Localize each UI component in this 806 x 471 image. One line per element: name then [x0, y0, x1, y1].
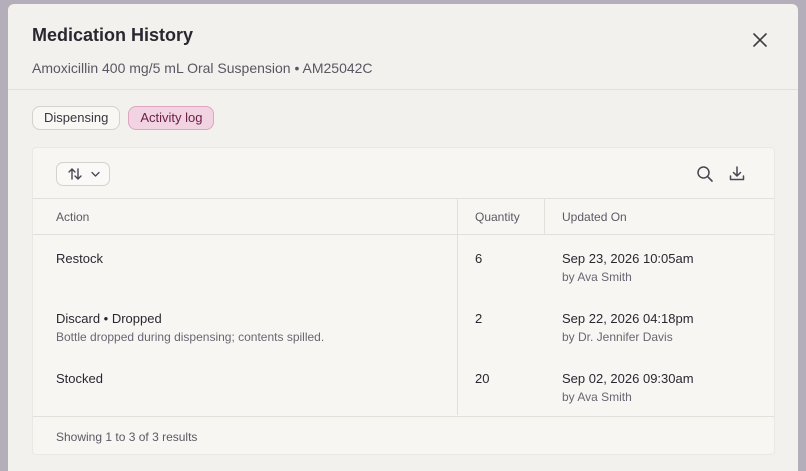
updated-by-cell: by Ava Smith — [562, 390, 632, 404]
tab-bar: Dispensing Activity log — [32, 106, 215, 130]
column-header-quantity[interactable]: Quantity — [475, 210, 520, 224]
search-icon[interactable] — [696, 165, 714, 183]
quantity-cell: 6 — [475, 251, 483, 266]
date-cell: Sep 22, 2026 04:18pm — [562, 311, 694, 326]
tab-activity-log[interactable]: Activity log — [128, 106, 215, 130]
close-icon[interactable] — [748, 28, 772, 52]
action-cell: Stocked — [56, 371, 103, 386]
results-summary: Showing 1 to 3 of 3 results — [56, 430, 198, 444]
action-note: Bottle dropped during dispensing; conten… — [56, 330, 325, 344]
column-header-action[interactable]: Action — [56, 210, 89, 224]
activity-table: Action Quantity Updated On Restock 6 Sep… — [33, 198, 774, 415]
column-header-updated-on[interactable]: Updated On — [562, 210, 627, 224]
quantity-cell: 2 — [475, 311, 483, 326]
table-header: Action Quantity Updated On — [33, 198, 774, 235]
table-row[interactable]: Restock 6 Sep 23, 2026 10:05am by Ava Sm… — [33, 234, 774, 294]
table-row[interactable]: Stocked 20 Sep 02, 2026 09:30am by Ava S… — [33, 354, 774, 414]
table-row[interactable]: Discard • Dropped Bottle dropped during … — [33, 294, 774, 354]
modal-subtitle: Amoxicillin 400 mg/5 mL Oral Suspension … — [32, 60, 373, 76]
date-cell: Sep 23, 2026 10:05am — [562, 251, 694, 266]
download-icon[interactable] — [728, 165, 746, 183]
table-toolbar — [33, 148, 774, 198]
tab-dispensing[interactable]: Dispensing — [32, 106, 121, 130]
updated-by-cell: by Dr. Jennifer Davis — [562, 330, 673, 344]
action-cell: Discard • Dropped — [56, 311, 162, 326]
quantity-cell: 20 — [475, 371, 490, 386]
sort-arrows-icon — [68, 168, 100, 180]
action-cell: Restock — [56, 251, 103, 266]
updated-by-cell: by Ava Smith — [562, 270, 632, 284]
activity-log-card: Action Quantity Updated On Restock 6 Sep… — [32, 147, 775, 455]
modal-title: Medication History — [32, 25, 194, 45]
table-footer: Showing 1 to 3 of 3 results — [33, 416, 774, 455]
column-divider — [544, 198, 545, 234]
modal-header: Medication History Amoxicillin 400 mg/5 … — [8, 4, 798, 90]
medication-history-modal: Medication History Amoxicillin 400 mg/5 … — [8, 4, 798, 471]
sort-button[interactable] — [56, 162, 110, 186]
date-cell: Sep 02, 2026 09:30am — [562, 371, 694, 386]
